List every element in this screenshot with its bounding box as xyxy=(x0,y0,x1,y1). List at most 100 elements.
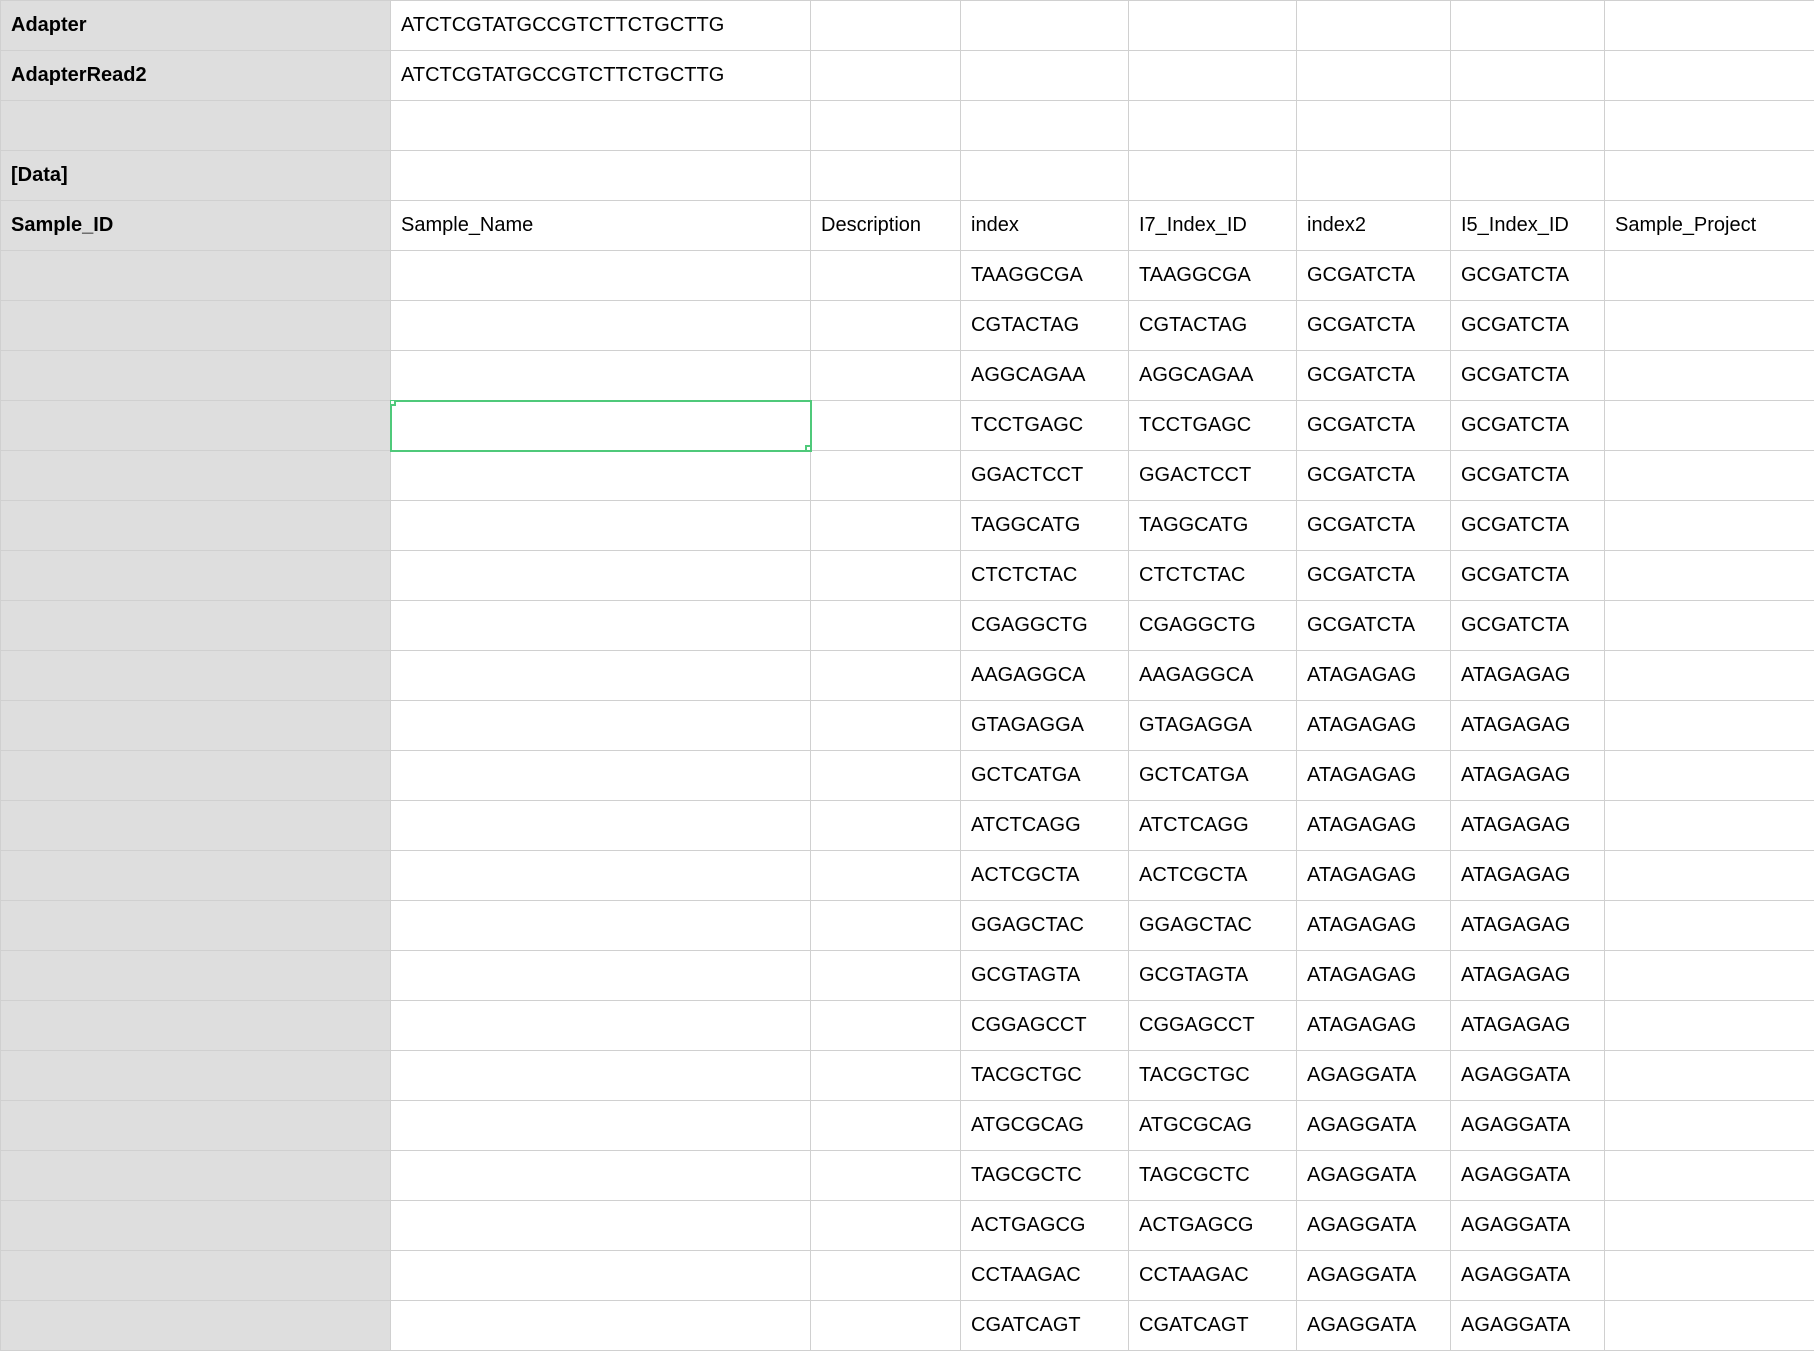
cell[interactable]: ATAGAGAG xyxy=(1451,651,1605,701)
cell[interactable] xyxy=(811,1051,961,1101)
cell[interactable] xyxy=(1605,1,1814,51)
cell[interactable] xyxy=(1605,1301,1814,1351)
cell[interactable]: CGTACTAG xyxy=(1129,301,1297,351)
cell[interactable] xyxy=(1,1101,391,1151)
cell[interactable] xyxy=(1451,1,1605,51)
cell[interactable] xyxy=(1129,51,1297,101)
cell[interactable]: index2 xyxy=(1297,201,1451,251)
cell[interactable] xyxy=(1,101,391,151)
cell[interactable]: TACGCTGC xyxy=(961,1051,1129,1101)
cell[interactable]: AAGAGGCA xyxy=(961,651,1129,701)
spreadsheet-table[interactable]: AdapterATCTCGTATGCCGTCTTCTGCTTGAdapterRe… xyxy=(0,0,1814,1351)
cell[interactable] xyxy=(811,701,961,751)
cell[interactable]: GCGATCTA xyxy=(1451,601,1605,651)
cell[interactable] xyxy=(1,701,391,751)
cell[interactable]: ATAGAGAG xyxy=(1297,901,1451,951)
cell[interactable]: AGAGGATA xyxy=(1451,1101,1605,1151)
cell[interactable] xyxy=(1,951,391,1001)
cell[interactable]: GCGTAGTA xyxy=(1129,951,1297,1001)
cell[interactable]: ATAGAGAG xyxy=(1297,701,1451,751)
cell[interactable] xyxy=(391,851,811,901)
cell[interactable]: GCGATCTA xyxy=(1297,251,1451,301)
cell[interactable] xyxy=(1297,151,1451,201)
cell[interactable] xyxy=(811,801,961,851)
cell[interactable] xyxy=(811,251,961,301)
cell[interactable]: TAAGGCGA xyxy=(961,251,1129,301)
cell[interactable] xyxy=(1,301,391,351)
cell[interactable] xyxy=(391,601,811,651)
cell[interactable]: GCGATCTA xyxy=(1451,351,1605,401)
cell[interactable]: GCGATCTA xyxy=(1297,601,1451,651)
cell[interactable] xyxy=(1,851,391,901)
cell[interactable] xyxy=(1297,1,1451,51)
cell[interactable]: AGGCAGAA xyxy=(1129,351,1297,401)
cell[interactable] xyxy=(1,551,391,601)
cell[interactable]: CTCTCTAC xyxy=(961,551,1129,601)
cell[interactable] xyxy=(1605,1151,1814,1201)
cell[interactable]: CGTACTAG xyxy=(961,301,1129,351)
cell[interactable] xyxy=(1129,1,1297,51)
cell[interactable] xyxy=(1,1151,391,1201)
cell[interactable]: ATAGAGAG xyxy=(1297,801,1451,851)
cell[interactable] xyxy=(1605,1251,1814,1301)
cell[interactable] xyxy=(811,101,961,151)
cell[interactable] xyxy=(1605,1201,1814,1251)
cell[interactable] xyxy=(1,251,391,301)
cell[interactable]: AGAGGATA xyxy=(1297,1301,1451,1351)
cell[interactable] xyxy=(1,401,391,451)
cell[interactable]: AGAGGATA xyxy=(1297,1051,1451,1101)
cell[interactable] xyxy=(391,301,811,351)
cell[interactable]: CCTAAGAC xyxy=(1129,1251,1297,1301)
cell[interactable]: GCGATCTA xyxy=(1297,351,1451,401)
cell[interactable] xyxy=(811,401,961,451)
cell[interactable] xyxy=(811,1101,961,1151)
cell[interactable]: GCGATCTA xyxy=(1451,451,1605,501)
cell[interactable]: GCGATCTA xyxy=(1297,451,1451,501)
cell[interactable] xyxy=(1605,851,1814,901)
cell[interactable] xyxy=(1451,101,1605,151)
cell[interactable]: I7_Index_ID xyxy=(1129,201,1297,251)
cell[interactable]: TACGCTGC xyxy=(1129,1051,1297,1101)
cell[interactable] xyxy=(1297,51,1451,101)
cell[interactable] xyxy=(811,1151,961,1201)
cell[interactable]: CGAGGCTG xyxy=(961,601,1129,651)
cell[interactable]: AGAGGATA xyxy=(1451,1301,1605,1351)
cell[interactable] xyxy=(1451,151,1605,201)
cell[interactable]: ATAGAGAG xyxy=(1297,1001,1451,1051)
cell[interactable]: ACTCGCTA xyxy=(961,851,1129,901)
cell[interactable]: ATAGAGAG xyxy=(1297,651,1451,701)
cell[interactable]: CCTAAGAC xyxy=(961,1251,1129,1301)
cell[interactable] xyxy=(1,1201,391,1251)
cell[interactable]: ATAGAGAG xyxy=(1297,951,1451,1001)
cell[interactable] xyxy=(1605,1101,1814,1151)
cell[interactable] xyxy=(1605,751,1814,801)
cell[interactable]: AGAGGATA xyxy=(1451,1251,1605,1301)
cell[interactable] xyxy=(811,1301,961,1351)
cell[interactable] xyxy=(811,901,961,951)
cell[interactable]: GGAGCTAC xyxy=(1129,901,1297,951)
cell[interactable]: CGGAGCCT xyxy=(961,1001,1129,1051)
cell[interactable] xyxy=(391,1051,811,1101)
cell[interactable] xyxy=(1,601,391,651)
cell[interactable]: GCGATCTA xyxy=(1451,301,1605,351)
cell[interactable]: GGAGCTAC xyxy=(961,901,1129,951)
cell[interactable] xyxy=(811,51,961,101)
cell[interactable]: AAGAGGCA xyxy=(1129,651,1297,701)
cell[interactable]: ATGCGCAG xyxy=(961,1101,1129,1151)
cell[interactable] xyxy=(811,501,961,551)
cell[interactable] xyxy=(1605,651,1814,701)
cell[interactable]: ATAGAGAG xyxy=(1451,1001,1605,1051)
cell[interactable] xyxy=(811,1201,961,1251)
cell[interactable] xyxy=(811,851,961,901)
cell[interactable]: AGAGGATA xyxy=(1297,1151,1451,1201)
cell[interactable] xyxy=(811,951,961,1001)
cell[interactable]: TAGGCATG xyxy=(961,501,1129,551)
cell[interactable]: GTAGAGGA xyxy=(961,701,1129,751)
cell[interactable] xyxy=(391,1101,811,1151)
cell[interactable] xyxy=(391,651,811,701)
cell[interactable] xyxy=(1605,451,1814,501)
cell[interactable]: TAAGGCGA xyxy=(1129,251,1297,301)
cell[interactable] xyxy=(391,1301,811,1351)
cell[interactable]: ATGCGCAG xyxy=(1129,1101,1297,1151)
cell[interactable] xyxy=(391,901,811,951)
